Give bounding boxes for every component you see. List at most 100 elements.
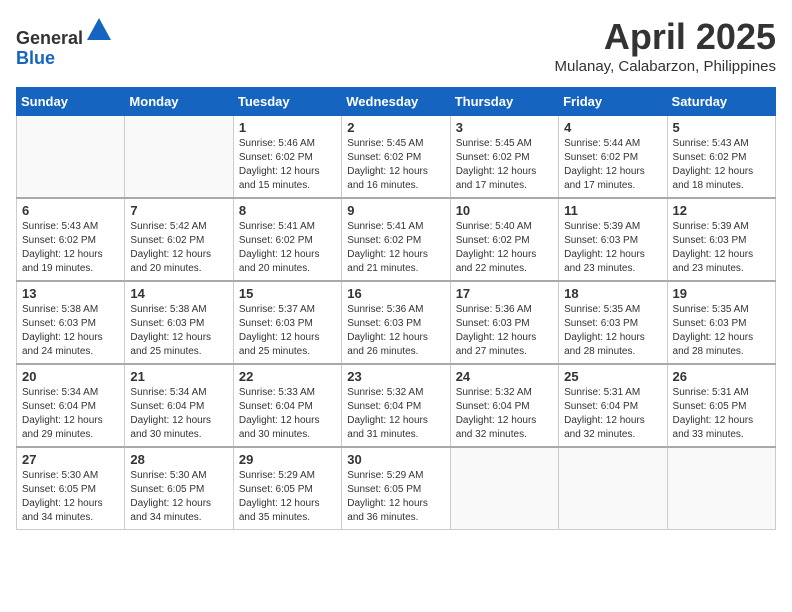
day-detail: Sunrise: 5:36 AM Sunset: 6:03 PM Dayligh… bbox=[456, 303, 553, 359]
day-number: 16 bbox=[347, 286, 444, 301]
weekday-monday: Monday bbox=[125, 88, 233, 116]
day-detail: Sunrise: 5:37 AM Sunset: 6:03 PM Dayligh… bbox=[239, 303, 336, 359]
day-detail: Sunrise: 5:45 AM Sunset: 6:02 PM Dayligh… bbox=[347, 137, 444, 193]
calendar-cell: 15 Sunrise: 5:37 AM Sunset: 6:03 PM Dayli… bbox=[233, 281, 341, 364]
day-detail: Sunrise: 5:38 AM Sunset: 6:03 PM Dayligh… bbox=[130, 303, 227, 359]
day-number: 29 bbox=[239, 452, 336, 467]
calendar-cell: 8Sunrise: 5:41 AM Sunset: 6:02 PM Daylig… bbox=[233, 198, 341, 281]
calendar-cell: 3 Sunrise: 5:45 AM Sunset: 6:02 PM Daylig… bbox=[450, 116, 558, 199]
weekday-thursday: Thursday bbox=[450, 88, 558, 116]
day-detail: Sunrise: 5:35 AM Sunset: 6:03 PM Dayligh… bbox=[564, 303, 661, 359]
calendar-cell: 29 Sunrise: 5:29 AM Sunset: 6:05 PM Dayli… bbox=[233, 447, 341, 530]
day-detail: Sunrise: 5:30 AM Sunset: 6:05 PM Dayligh… bbox=[130, 469, 227, 525]
day-number: 14 bbox=[130, 286, 227, 301]
day-detail: Sunrise: 5:42 AM Sunset: 6:02 PM Dayligh… bbox=[130, 220, 227, 276]
day-detail: Sunrise: 5:34 AM Sunset: 6:04 PM Dayligh… bbox=[22, 386, 119, 442]
weekday-saturday: Saturday bbox=[667, 88, 775, 116]
day-detail: Sunrise: 5:40 AM Sunset: 6:02 PM Dayligh… bbox=[456, 220, 553, 276]
day-number: 27 bbox=[22, 452, 119, 467]
day-number: 15 bbox=[239, 286, 336, 301]
title-block: April 2025 Mulanay, Calabarzon, Philippi… bbox=[554, 16, 776, 75]
day-detail: Sunrise: 5:30 AM Sunset: 6:05 PM Dayligh… bbox=[22, 469, 119, 525]
page-header: General Blue April 2025 Mulanay, Calabar… bbox=[16, 16, 776, 75]
calendar-cell: 26Sunrise: 5:31 AM Sunset: 6:05 PM Dayli… bbox=[667, 364, 775, 447]
calendar-cell: 10 Sunrise: 5:40 AM Sunset: 6:02 PM Dayli… bbox=[450, 198, 558, 281]
calendar-cell: 30 Sunrise: 5:29 AM Sunset: 6:05 PM Dayli… bbox=[342, 447, 450, 530]
day-number: 24 bbox=[456, 369, 553, 384]
day-number: 6 bbox=[22, 203, 119, 218]
calendar-cell: 25 Sunrise: 5:31 AM Sunset: 6:04 PM Dayli… bbox=[559, 364, 667, 447]
calendar-cell: 21Sunrise: 5:34 AM Sunset: 6:04 PM Dayli… bbox=[125, 364, 233, 447]
day-detail: Sunrise: 5:44 AM Sunset: 6:02 PM Dayligh… bbox=[564, 137, 661, 193]
day-detail: Sunrise: 5:43 AM Sunset: 6:02 PM Dayligh… bbox=[22, 220, 119, 276]
calendar-cell: 7 Sunrise: 5:42 AM Sunset: 6:02 PM Daylig… bbox=[125, 198, 233, 281]
day-detail: Sunrise: 5:33 AM Sunset: 6:04 PM Dayligh… bbox=[239, 386, 336, 442]
day-number: 7 bbox=[130, 203, 227, 218]
weekday-friday: Friday bbox=[559, 88, 667, 116]
calendar-cell: 6 Sunrise: 5:43 AM Sunset: 6:02 PM Daylig… bbox=[17, 198, 125, 281]
calendar-cell: 17Sunrise: 5:36 AM Sunset: 6:03 PM Dayli… bbox=[450, 281, 558, 364]
calendar-cell bbox=[125, 116, 233, 199]
calendar-cell: 22 Sunrise: 5:33 AM Sunset: 6:04 PM Dayli… bbox=[233, 364, 341, 447]
week-row-4: 20 Sunrise: 5:34 AM Sunset: 6:04 PM Dayli… bbox=[17, 364, 776, 447]
day-number: 12 bbox=[673, 203, 770, 218]
day-number: 18 bbox=[564, 286, 661, 301]
day-detail: Sunrise: 5:39 AM Sunset: 6:03 PM Dayligh… bbox=[673, 220, 770, 276]
day-detail: Sunrise: 5:41 AM Sunset: 6:02 PM Dayligh… bbox=[239, 220, 336, 276]
day-detail: Sunrise: 5:39 AM Sunset: 6:03 PM Dayligh… bbox=[564, 220, 661, 276]
day-number: 3 bbox=[456, 120, 553, 135]
day-number: 9 bbox=[347, 203, 444, 218]
day-number: 13 bbox=[22, 286, 119, 301]
day-number: 25 bbox=[564, 369, 661, 384]
day-detail: Sunrise: 5:29 AM Sunset: 6:05 PM Dayligh… bbox=[347, 469, 444, 525]
weekday-tuesday: Tuesday bbox=[233, 88, 341, 116]
week-row-1: 1 Sunrise: 5:46 AM Sunset: 6:02 PM Daylig… bbox=[17, 116, 776, 199]
location: Mulanay, Calabarzon, Philippines bbox=[554, 58, 776, 75]
calendar-cell bbox=[667, 447, 775, 530]
calendar-cell: 13 Sunrise: 5:38 AM Sunset: 6:03 PM Dayli… bbox=[17, 281, 125, 364]
day-detail: Sunrise: 5:29 AM Sunset: 6:05 PM Dayligh… bbox=[239, 469, 336, 525]
day-number: 22 bbox=[239, 369, 336, 384]
calendar-cell: 28 Sunrise: 5:30 AM Sunset: 6:05 PM Dayli… bbox=[125, 447, 233, 530]
calendar-cell: 20 Sunrise: 5:34 AM Sunset: 6:04 PM Dayli… bbox=[17, 364, 125, 447]
weekday-header-row: SundayMondayTuesdayWednesdayThursdayFrid… bbox=[17, 88, 776, 116]
calendar-cell: 1 Sunrise: 5:46 AM Sunset: 6:02 PM Daylig… bbox=[233, 116, 341, 199]
day-detail: Sunrise: 5:31 AM Sunset: 6:04 PM Dayligh… bbox=[564, 386, 661, 442]
week-row-2: 6 Sunrise: 5:43 AM Sunset: 6:02 PM Daylig… bbox=[17, 198, 776, 281]
calendar-cell bbox=[450, 447, 558, 530]
calendar-cell: 18 Sunrise: 5:35 AM Sunset: 6:03 PM Dayli… bbox=[559, 281, 667, 364]
day-detail: Sunrise: 5:41 AM Sunset: 6:02 PM Dayligh… bbox=[347, 220, 444, 276]
weekday-sunday: Sunday bbox=[17, 88, 125, 116]
day-number: 1 bbox=[239, 120, 336, 135]
month-title: April 2025 bbox=[554, 16, 776, 58]
day-detail: Sunrise: 5:45 AM Sunset: 6:02 PM Dayligh… bbox=[456, 137, 553, 193]
day-number: 10 bbox=[456, 203, 553, 218]
day-number: 2 bbox=[347, 120, 444, 135]
day-number: 23 bbox=[347, 369, 444, 384]
day-number: 21 bbox=[130, 369, 227, 384]
day-detail: Sunrise: 5:32 AM Sunset: 6:04 PM Dayligh… bbox=[456, 386, 553, 442]
calendar-cell: 4Sunrise: 5:44 AM Sunset: 6:02 PM Daylig… bbox=[559, 116, 667, 199]
calendar-cell: 19Sunrise: 5:35 AM Sunset: 6:03 PM Dayli… bbox=[667, 281, 775, 364]
calendar-cell: 23 Sunrise: 5:32 AM Sunset: 6:04 PM Dayli… bbox=[342, 364, 450, 447]
day-number: 28 bbox=[130, 452, 227, 467]
day-number: 26 bbox=[673, 369, 770, 384]
day-detail: Sunrise: 5:38 AM Sunset: 6:03 PM Dayligh… bbox=[22, 303, 119, 359]
day-number: 5 bbox=[673, 120, 770, 135]
day-number: 11 bbox=[564, 203, 661, 218]
logo-blue: Blue bbox=[16, 48, 55, 68]
day-number: 30 bbox=[347, 452, 444, 467]
calendar-table: SundayMondayTuesdayWednesdayThursdayFrid… bbox=[16, 87, 776, 530]
logo-icon bbox=[85, 16, 113, 44]
calendar-cell: 24 Sunrise: 5:32 AM Sunset: 6:04 PM Dayli… bbox=[450, 364, 558, 447]
day-detail: Sunrise: 5:43 AM Sunset: 6:02 PM Dayligh… bbox=[673, 137, 770, 193]
weekday-wednesday: Wednesday bbox=[342, 88, 450, 116]
calendar-cell: 12 Sunrise: 5:39 AM Sunset: 6:03 PM Dayli… bbox=[667, 198, 775, 281]
day-number: 20 bbox=[22, 369, 119, 384]
day-detail: Sunrise: 5:46 AM Sunset: 6:02 PM Dayligh… bbox=[239, 137, 336, 193]
calendar-cell bbox=[559, 447, 667, 530]
week-row-3: 13 Sunrise: 5:38 AM Sunset: 6:03 PM Dayli… bbox=[17, 281, 776, 364]
calendar-cell: 2 Sunrise: 5:45 AM Sunset: 6:02 PM Daylig… bbox=[342, 116, 450, 199]
day-detail: Sunrise: 5:32 AM Sunset: 6:04 PM Dayligh… bbox=[347, 386, 444, 442]
calendar-cell: 27 Sunrise: 5:30 AM Sunset: 6:05 PM Dayli… bbox=[17, 447, 125, 530]
